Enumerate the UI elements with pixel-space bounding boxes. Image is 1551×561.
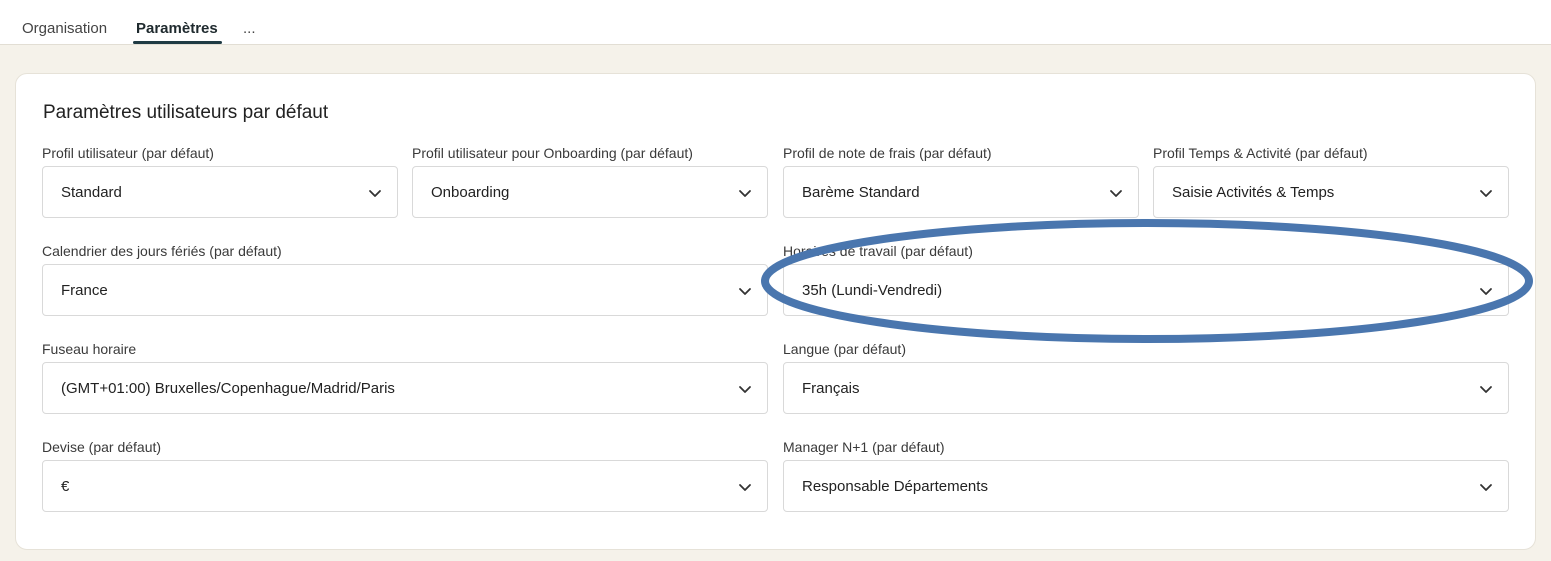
- currency-value: €: [61, 478, 70, 495]
- chevron-down-icon: [739, 288, 751, 295]
- active-tab-indicator: [133, 41, 222, 44]
- chevron-down-icon: [369, 190, 381, 197]
- user-profile-label: Profil utilisateur (par défaut): [42, 145, 214, 161]
- chevron-down-icon: [739, 386, 751, 393]
- expense-profile-label: Profil de note de frais (par défaut): [783, 145, 992, 161]
- work-schedule-value: 35h (Lundi-Vendredi): [802, 282, 943, 299]
- manager-value: Responsable Départements: [802, 478, 988, 495]
- onboarding-profile-select[interactable]: Onboarding: [412, 166, 768, 218]
- onboarding-profile-label: Profil utilisateur pour Onboarding (par …: [412, 145, 693, 161]
- currency-label: Devise (par défaut): [42, 439, 162, 455]
- manager-label: Manager N+1 (par défaut): [783, 439, 945, 455]
- timezone-label: Fuseau horaire: [42, 341, 137, 357]
- chevron-down-icon: [1110, 190, 1122, 197]
- work-schedule-label: Horaires de travail (par défaut): [783, 243, 973, 259]
- expense-profile-select[interactable]: Barème Standard: [783, 166, 1139, 218]
- chevron-down-icon: [1480, 484, 1492, 491]
- timezone-value: (GMT+01:00) Bruxelles/Copenhague/Madrid/…: [61, 380, 395, 397]
- chevron-down-icon: [739, 484, 751, 491]
- tab-organisation[interactable]: Organisation: [22, 20, 107, 38]
- user-profile-value: Standard: [61, 184, 122, 201]
- language-label: Langue (par défaut): [783, 341, 906, 357]
- manager-select[interactable]: Responsable Départements: [783, 460, 1509, 512]
- time-profile-select[interactable]: Saisie Activités & Temps: [1153, 166, 1509, 218]
- timezone-select[interactable]: (GMT+01:00) Bruxelles/Copenhague/Madrid/…: [42, 362, 768, 414]
- section-title: Paramètres utilisateurs par défaut: [43, 102, 329, 123]
- language-select[interactable]: Français: [783, 362, 1509, 414]
- work-schedule-select[interactable]: 35h (Lundi-Vendredi): [783, 264, 1509, 316]
- onboarding-profile-value: Onboarding: [431, 184, 510, 201]
- time-profile-label: Profil Temps & Activité (par défaut): [1153, 145, 1368, 161]
- currency-select[interactable]: €: [42, 460, 768, 512]
- chevron-down-icon: [1480, 386, 1492, 393]
- holiday-calendar-select[interactable]: France: [42, 264, 768, 316]
- tab-bar: Organisation Paramètres ...: [0, 0, 1551, 45]
- language-value: Français: [802, 380, 860, 397]
- holiday-calendar-label: Calendrier des jours fériés (par défaut): [42, 243, 282, 259]
- chevron-down-icon: [1480, 190, 1492, 197]
- chevron-down-icon: [739, 190, 751, 197]
- holiday-calendar-value: France: [61, 282, 108, 299]
- expense-profile-value: Barème Standard: [802, 184, 920, 201]
- default-user-settings-card: Paramètres utilisateurs par défaut Profi…: [15, 73, 1536, 550]
- chevron-down-icon: [1480, 288, 1492, 295]
- user-profile-select[interactable]: Standard: [42, 166, 398, 218]
- tab-parametres[interactable]: Paramètres: [136, 20, 218, 38]
- time-profile-value: Saisie Activités & Temps: [1172, 184, 1335, 201]
- tab-more[interactable]: ...: [243, 20, 256, 38]
